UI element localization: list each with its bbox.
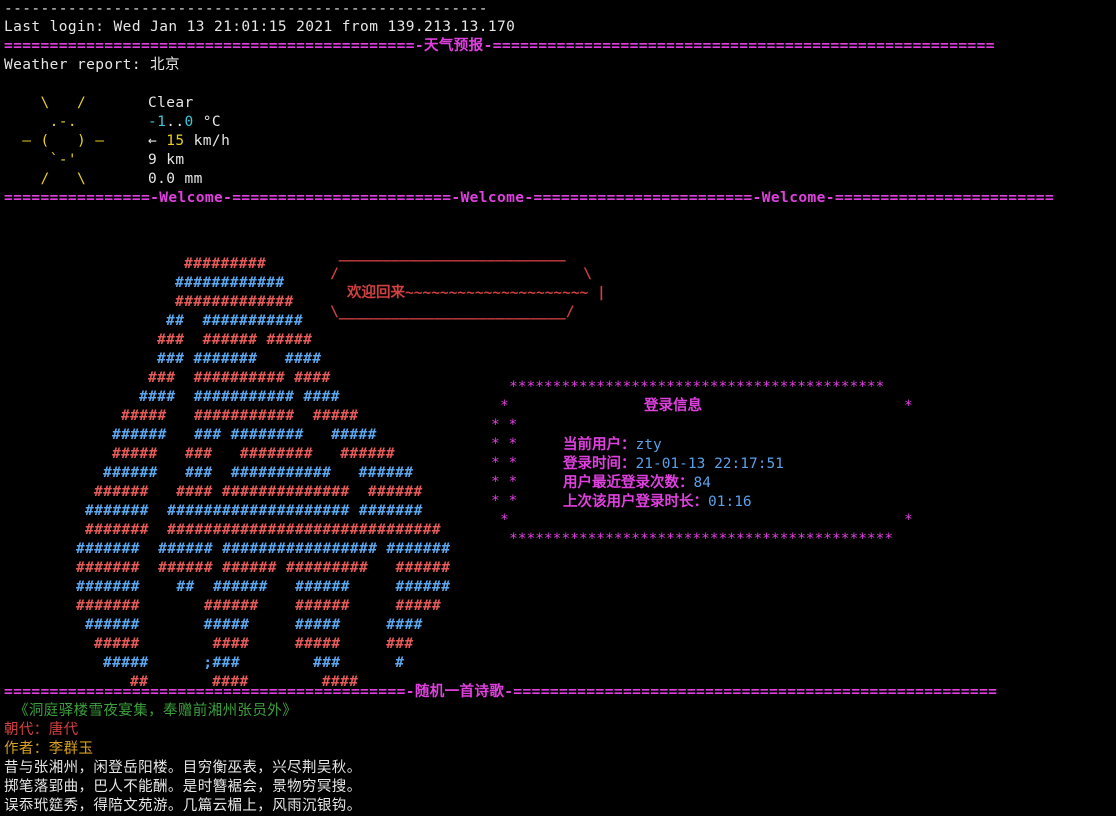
login-box-edge: * *: [491, 417, 518, 433]
weather-visibility: 9 km: [148, 152, 185, 168]
ascii-art-line: #### ########### ####: [139, 389, 340, 405]
poem-line: 昔与张湘州，闲登岳阳楼。目穷衡巫表，兴尽荆吴秋。: [4, 760, 362, 776]
ascii-art-line: ####### ## ###### ###### ######: [76, 579, 451, 595]
ascii-art-line: #########: [184, 256, 267, 272]
weather-condition: Clear: [148, 95, 194, 111]
ascii-art-line: ### ########## ####: [148, 370, 331, 386]
speech-bubble-side: / \: [330, 266, 592, 282]
sun-icon: \ /: [4, 95, 105, 111]
speech-bubble-top: __________________________: [330, 246, 566, 262]
login-count-row: 用户最近登录次数：84: [563, 475, 711, 491]
login-box-edge: *: [904, 398, 913, 414]
sun-icon: / \: [4, 171, 105, 187]
ascii-art-line: ###### ### ######## #####: [112, 427, 377, 443]
sun-icon: ― ( ) ―: [4, 133, 105, 149]
ascii-art-line: ## ###########: [166, 313, 303, 329]
ascii-art-line: ####### #################### #######: [85, 503, 423, 519]
login-box-title: 登录信息: [644, 398, 702, 414]
weather-temperature: -1..0 °C: [148, 114, 222, 130]
login-box-border-top: ****************************************…: [509, 379, 885, 395]
login-box-edge: *: [500, 512, 509, 528]
poem-line: 掷笔落郢曲，巴人不能酬。是时簪裾会，景物穷冥搜。: [4, 779, 362, 795]
login-box-edge: * *: [491, 493, 518, 509]
wind-arrow-icon: ←: [148, 133, 158, 149]
ascii-art-line: ###### #### ############## ######: [94, 484, 423, 500]
login-box-edge: *: [904, 512, 913, 528]
ascii-art-line: ####### ###### ###### #####: [76, 598, 442, 614]
poem-section-rule: ========================================…: [4, 684, 998, 700]
ascii-art-line: ####### ###### ################# #######: [76, 541, 451, 557]
poem-title: 《洞庭驿楼雪夜宴集，奉赠前湘州张员外》: [14, 703, 298, 719]
sun-icon: `-': [4, 152, 105, 168]
weather-report-label: Weather report: 北京: [4, 57, 180, 73]
ascii-art-line: ###### ### ########### ######: [103, 465, 414, 481]
login-box-edge: *: [500, 398, 509, 414]
ascii-art-line: ####### ###### ###### ######### ######: [76, 560, 451, 576]
login-box-edge: * *: [491, 474, 518, 490]
ascii-art-line: ##### ########### #####: [121, 408, 359, 424]
login-box-edge: * *: [491, 455, 518, 471]
last-session-row: 上次该用户登录时长：01:16: [563, 494, 752, 510]
speech-bubble-text: 欢迎回来~~~~~~~~~~~~~~~~~~~~~ |: [347, 285, 606, 301]
ascii-art-line: ##### #### ##### ###: [94, 636, 414, 652]
ascii-art-line: #############: [175, 294, 294, 310]
poem-line: 误忝玳筵秀，得陪文苑游。几篇云楣上，风雨沉银钩。: [4, 798, 362, 814]
current-user-row: 当前用户：zty: [563, 437, 662, 453]
ascii-art-line: ####### ##############################: [85, 522, 442, 538]
ascii-art-line: ### ####### ####: [157, 351, 322, 367]
sun-icon: .-.: [4, 114, 105, 130]
poem-section-title: -随机一首诗歌-: [405, 684, 514, 700]
ascii-art-line: ##### ### ######## ######: [112, 446, 396, 462]
weather-section-title: -天气预报-: [414, 38, 493, 54]
terminal-window[interactable]: { "top_rule": "-------------------------…: [0, 0, 1116, 816]
ascii-art-line: ##### ;### ### #: [103, 655, 405, 671]
login-box-border-bottom: ****************************************…: [509, 531, 894, 547]
weather-section-rule: ========================================…: [4, 38, 995, 54]
login-time-row: 登录时间：21-01-13 22:17:51: [563, 456, 784, 472]
weather-wind: ← 15 km/h: [148, 133, 231, 149]
poem-dynasty: 朝代：唐代: [4, 722, 79, 738]
top-rule: ----------------------------------------…: [4, 1, 488, 17]
last-login-line: Last login: Wed Jan 13 21:01:15 2021 fro…: [4, 19, 516, 35]
weather-precipitation: 0.0 mm: [148, 171, 203, 187]
welcome-section-rule: ================-Welcome-===============…: [4, 190, 1054, 206]
ascii-art-line: ############: [175, 275, 285, 291]
speech-bubble-bottom: \__________________________/: [330, 304, 575, 320]
poem-author: 作者：李群玉: [4, 741, 94, 757]
login-box-edge: * *: [491, 436, 518, 452]
ascii-art-line: ### ###### #####: [157, 332, 313, 348]
ascii-art-line: ###### ##### ##### ####: [85, 617, 423, 633]
